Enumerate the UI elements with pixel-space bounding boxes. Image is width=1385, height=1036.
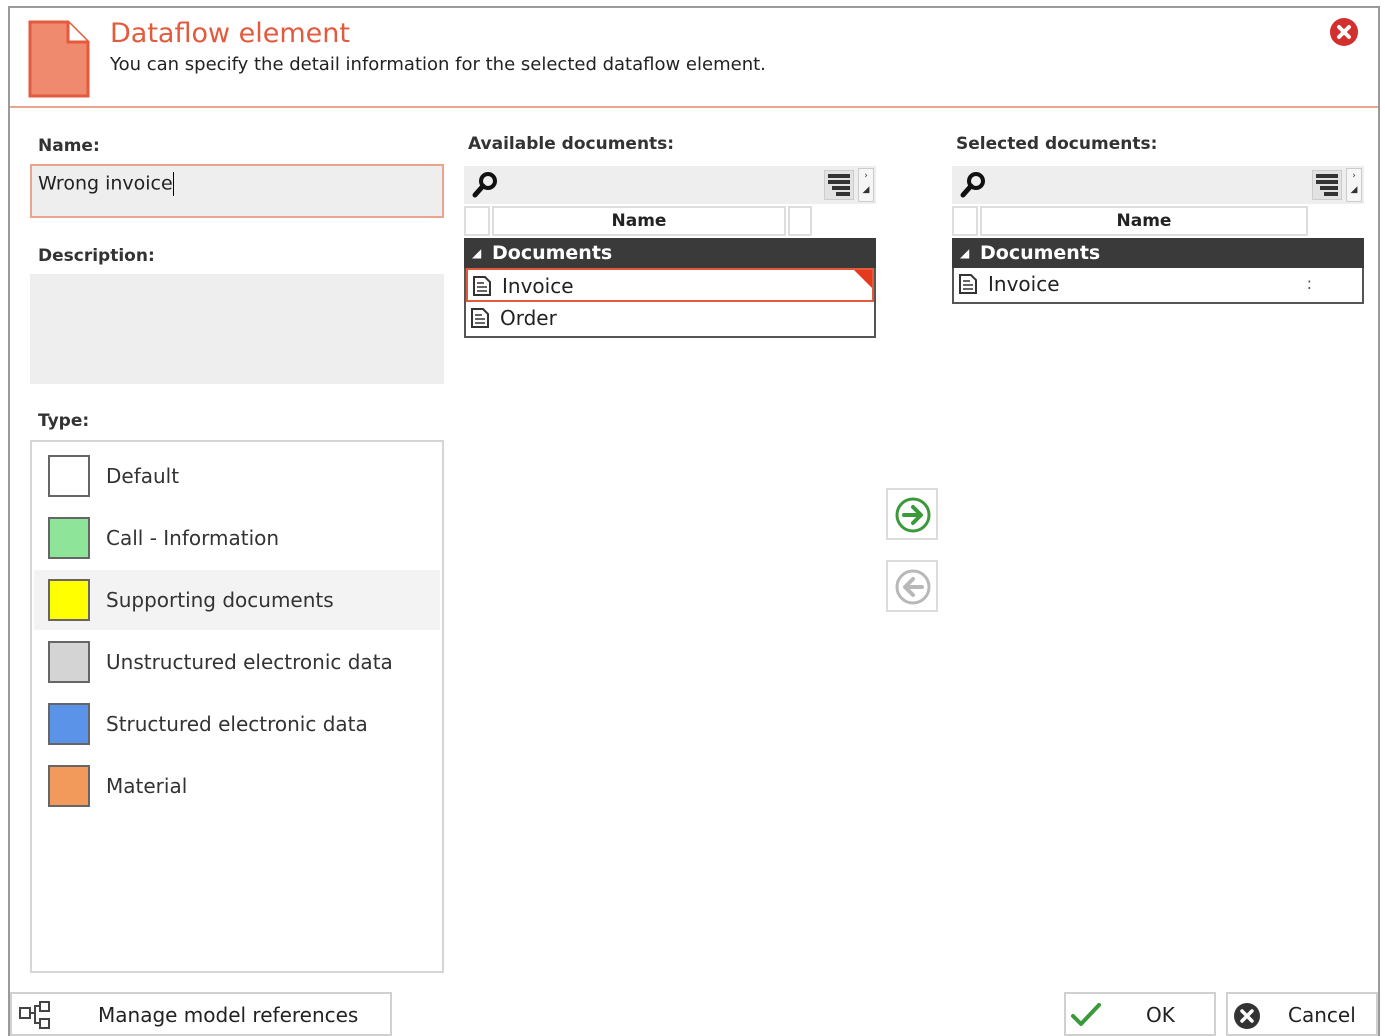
type-item-label: Material bbox=[106, 774, 188, 798]
close-button[interactable] bbox=[1330, 18, 1358, 46]
column-chooser-toggle[interactable]: › ◢ bbox=[858, 168, 874, 202]
select-all-column[interactable] bbox=[464, 206, 490, 236]
type-swatch bbox=[48, 517, 90, 559]
type-list: Default Call - Information Supporting do… bbox=[30, 440, 444, 973]
ok-label: OK bbox=[1146, 1003, 1175, 1027]
documents-group-row[interactable]: ◢ Documents bbox=[464, 238, 876, 268]
type-item-structured-electronic-data[interactable]: Structured electronic data bbox=[34, 694, 440, 754]
ok-button[interactable]: OK bbox=[1064, 992, 1216, 1036]
available-documents-list: Invoice Order bbox=[464, 268, 876, 338]
cancel-button[interactable]: Cancel bbox=[1226, 992, 1378, 1036]
type-item-material[interactable]: Material bbox=[34, 756, 440, 816]
text-caret bbox=[172, 172, 174, 196]
add-selected-button[interactable] bbox=[886, 488, 938, 540]
type-item-label: Call - Information bbox=[106, 526, 280, 550]
type-item-label: Supporting documents bbox=[106, 588, 334, 612]
type-swatch bbox=[48, 765, 90, 807]
group-label: Documents bbox=[492, 242, 613, 264]
dataflow-element-dialog: Dataflow element You can specify the det… bbox=[8, 6, 1380, 1036]
list-item-invoice[interactable]: Invoice bbox=[466, 268, 874, 302]
type-swatch bbox=[48, 579, 90, 621]
name-label: Name: bbox=[38, 136, 100, 156]
documents-group-row[interactable]: ◢ Documents bbox=[952, 238, 1364, 268]
document-icon bbox=[471, 308, 489, 328]
arrow-right-icon bbox=[895, 497, 931, 533]
type-item-label: Unstructured electronic data bbox=[106, 650, 393, 674]
name-input-value: Wrong invoice bbox=[38, 172, 173, 195]
model-references-icon bbox=[19, 1001, 50, 1029]
dialog-title: Dataflow element bbox=[110, 18, 350, 49]
list-item-order[interactable]: Order bbox=[466, 302, 874, 336]
group-label: Documents bbox=[980, 242, 1101, 264]
collapse-triangle-icon[interactable]: ◢ bbox=[472, 238, 481, 268]
selected-search-bar[interactable]: › ◢ bbox=[952, 166, 1364, 204]
available-search-bar[interactable]: › ◢ bbox=[464, 166, 876, 204]
selected-documents-list: Invoice : bbox=[952, 268, 1364, 304]
document-icon bbox=[959, 274, 977, 294]
type-item-label: Structured electronic data bbox=[106, 712, 368, 736]
selected-documents-label: Selected documents: bbox=[956, 134, 1158, 154]
search-icon[interactable] bbox=[958, 170, 988, 200]
type-item-default[interactable]: Default bbox=[34, 446, 440, 506]
type-label: Type: bbox=[38, 411, 90, 431]
selected-documents-panel: › ◢ Name ◢ Documents Invoice : bbox=[952, 166, 1364, 316]
cancel-label: Cancel bbox=[1288, 1003, 1356, 1027]
name-column-header[interactable]: Name bbox=[492, 206, 786, 236]
list-item-label: Order bbox=[500, 306, 557, 330]
type-swatch bbox=[48, 641, 90, 683]
name-column-header[interactable]: Name bbox=[980, 206, 1308, 236]
remove-selected-button[interactable] bbox=[886, 560, 938, 612]
close-icon bbox=[1337, 25, 1351, 39]
dialog-subtitle: You can specify the detail information f… bbox=[110, 54, 766, 75]
check-icon bbox=[1071, 1003, 1101, 1026]
list-item-invoice[interactable]: Invoice : bbox=[954, 268, 1362, 302]
document-icon bbox=[473, 276, 491, 296]
available-documents-panel: › ◢ Name ◢ Documents Invoice Order bbox=[464, 166, 876, 346]
type-item-call-information[interactable]: Call - Information bbox=[34, 508, 440, 568]
description-textarea[interactable] bbox=[30, 274, 444, 384]
document-icon bbox=[28, 20, 90, 102]
manage-model-references-button[interactable]: Manage model references bbox=[10, 992, 392, 1036]
type-swatch bbox=[48, 455, 90, 497]
filter-icon[interactable] bbox=[1312, 170, 1342, 200]
selection-marker bbox=[854, 270, 872, 288]
list-item-label: Invoice bbox=[988, 272, 1060, 296]
cancel-icon bbox=[1234, 1003, 1260, 1029]
column-chooser-toggle[interactable]: › ◢ bbox=[1346, 168, 1362, 202]
type-item-supporting-documents[interactable]: Supporting documents bbox=[34, 570, 440, 630]
select-all-column[interactable] bbox=[952, 206, 978, 236]
type-swatch bbox=[48, 703, 90, 745]
search-icon[interactable] bbox=[470, 170, 500, 200]
list-item-label: Invoice bbox=[502, 274, 574, 298]
extra-column-header[interactable] bbox=[788, 206, 812, 236]
filter-icon[interactable] bbox=[824, 170, 854, 200]
description-label: Description: bbox=[38, 246, 155, 266]
arrow-left-icon bbox=[895, 569, 931, 605]
name-input[interactable]: Wrong invoice bbox=[30, 164, 444, 218]
type-item-label: Default bbox=[106, 464, 180, 488]
manage-model-references-label: Manage model references bbox=[98, 1003, 359, 1027]
dialog-header: Dataflow element You can specify the det… bbox=[10, 8, 1378, 108]
available-documents-label: Available documents: bbox=[468, 134, 675, 154]
row-marker: : bbox=[1306, 274, 1312, 293]
type-item-unstructured-electronic-data[interactable]: Unstructured electronic data bbox=[34, 632, 440, 692]
collapse-triangle-icon[interactable]: ◢ bbox=[960, 238, 969, 268]
